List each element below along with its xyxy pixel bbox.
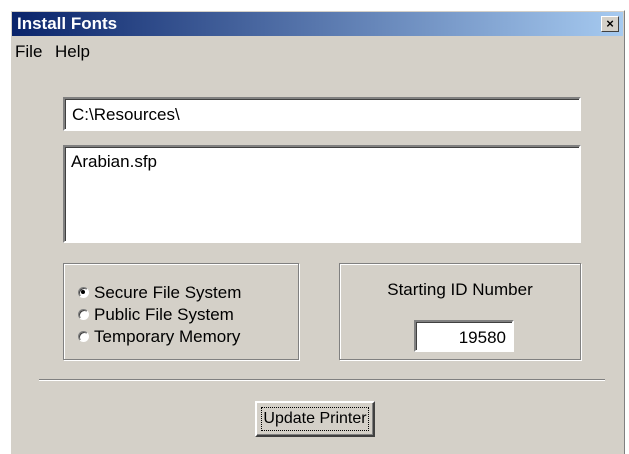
radio-label: Secure File System [94,283,242,302]
radio-temporary-memory[interactable]: Temporary Memory [78,326,240,348]
menu-help[interactable]: Help [55,43,90,61]
window-title: Install Fonts [17,14,118,33]
starting-id-input[interactable]: 19580 [414,320,514,352]
radio-unchecked-icon [78,331,89,342]
starting-id-group: Starting ID Number 19580 [339,263,581,360]
font-file-list[interactable]: Arabian.sfp [63,145,581,243]
radio-label: Temporary Memory [94,327,241,346]
install-fonts-window: Install Fonts × File Help C:\Resources\ … [10,10,625,454]
update-printer-button[interactable]: Update Printer [255,401,375,437]
radio-checked-icon [78,287,89,298]
radio-public-file-system[interactable]: Public File System [78,304,234,326]
radio-unchecked-icon [78,309,89,320]
radio-secure-file-system[interactable]: Secure File System [78,282,241,304]
separator [39,379,605,381]
title-bar[interactable]: Install Fonts × [12,12,623,36]
close-button[interactable]: × [601,16,619,32]
list-item[interactable]: Arabian.sfp [71,152,579,172]
storage-radio-group: Secure File System Public File System Te… [63,263,299,360]
path-input[interactable]: C:\Resources\ [63,97,581,131]
starting-id-label: Starting ID Number [387,280,533,299]
close-icon: × [606,16,614,31]
radio-label: Public File System [94,305,234,324]
menu-bar: File Help [11,37,624,63]
update-printer-label: Update Printer [261,407,369,431]
menu-file[interactable]: File [15,43,42,61]
